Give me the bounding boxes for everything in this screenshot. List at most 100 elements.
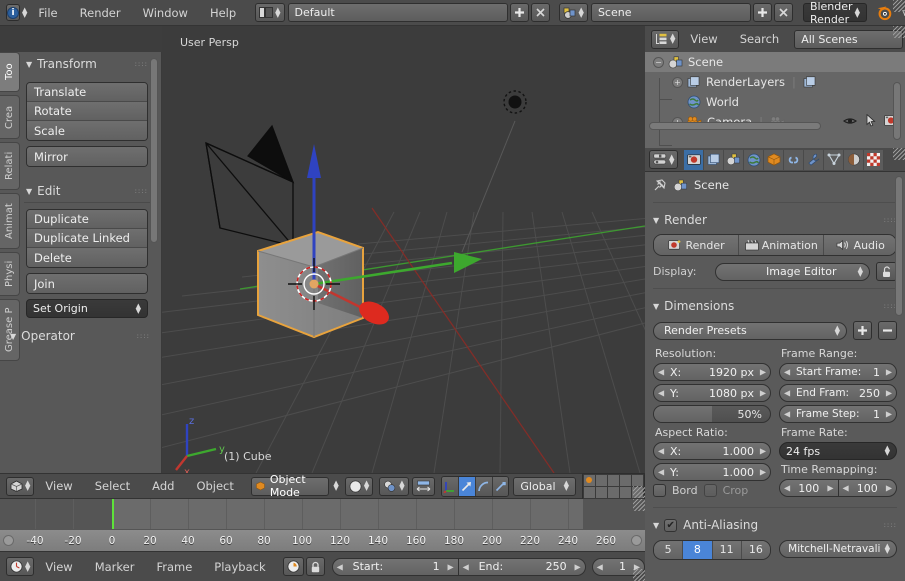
viewport-menu-view[interactable]: View	[34, 479, 83, 493]
screen-layout-field[interactable]: Default	[287, 3, 508, 22]
viewport-editor-spinner[interactable]: ▲ ▼	[25, 480, 30, 492]
increment-arrow-icon[interactable]: ▶	[886, 484, 892, 493]
decrement-arrow-icon[interactable]: ◀	[597, 562, 603, 571]
pin-icon[interactable]	[653, 178, 667, 192]
properties-editor-type-button[interactable]: ▲ ▼	[649, 150, 679, 169]
layer-2[interactable]	[596, 474, 607, 486]
menu-file[interactable]: File	[27, 6, 68, 20]
edit-panel-header[interactable]: ▼ Edit ::::	[26, 181, 148, 201]
increment-arrow-icon[interactable]: ▶	[574, 562, 580, 571]
join-button[interactable]: Join	[27, 274, 147, 293]
menu-help[interactable]: Help	[199, 6, 247, 20]
decrement-arrow-icon[interactable]: ◀	[658, 468, 664, 477]
increment-arrow-icon[interactable]: ▶	[886, 389, 892, 398]
rotate-button[interactable]: Rotate	[27, 102, 147, 121]
scene-spinner[interactable]: ▲ ▼	[579, 6, 584, 18]
layer-11[interactable]	[584, 486, 595, 498]
aspect-x-field[interactable]: ◀ X: 1.000 ▶	[653, 442, 771, 460]
tab-modifiers[interactable]	[804, 149, 825, 170]
increment-arrow-icon[interactable]: ▶	[886, 410, 892, 419]
operator-panel-header[interactable]: ▼ Operator ::::	[10, 326, 150, 346]
remove-preset-button[interactable]	[878, 321, 897, 340]
scale-button[interactable]: Scale	[27, 121, 147, 140]
tab-world[interactable]	[744, 149, 765, 170]
timeline-menu-marker[interactable]: Marker	[84, 560, 146, 574]
tab-physics[interactable]: Physi	[0, 252, 20, 296]
expand-toggle-icon[interactable]: +	[672, 76, 683, 88]
restrict-view-toggle[interactable]	[843, 115, 857, 129]
timeline-scroll-right-handle[interactable]	[631, 535, 642, 546]
crop-checkbox[interactable]	[703, 484, 717, 497]
menu-render[interactable]: Render	[69, 6, 132, 20]
frame-rate-select[interactable]: 24 fps ▲ ▼	[779, 442, 897, 460]
corner-grip[interactable]	[893, 148, 905, 160]
restrict-select-toggle[interactable]	[866, 113, 877, 130]
outliner-scrollbar-vertical[interactable]	[893, 82, 901, 140]
mirror-button[interactable]: Mirror	[27, 147, 147, 166]
increment-arrow-icon[interactable]: ▶	[886, 368, 892, 377]
corner-grip[interactable]	[633, 499, 645, 511]
outliner-display-mode-select[interactable]: All Scenes	[794, 29, 903, 49]
pivot-point-button[interactable]: ▲ ▼	[379, 476, 409, 496]
scale-manipulator-button[interactable]	[491, 476, 509, 496]
decrement-arrow-icon[interactable]: ◀	[658, 447, 664, 456]
new-scene-button[interactable]	[752, 3, 772, 22]
tab-object-data[interactable]	[824, 149, 845, 170]
render-engine-select[interactable]: Blender Render ▲ ▼	[802, 0, 867, 26]
timeline-editor-type-button[interactable]: ▲ ▼	[6, 557, 35, 576]
aa-sample-16[interactable]: 16	[741, 541, 770, 559]
decrement-arrow-icon[interactable]: ◀	[784, 484, 790, 493]
duplicate-button[interactable]: Duplicate	[27, 210, 147, 229]
render-panel-header[interactable]: ▼ Render ::::	[653, 210, 897, 230]
increment-arrow-icon[interactable]: ▶	[447, 562, 453, 571]
aa-filter-select[interactable]: Mitchell-Netravali ▲ ▼	[779, 540, 897, 558]
new-screen-button[interactable]	[509, 3, 529, 22]
aa-sample-8[interactable]: 8	[683, 541, 713, 559]
outliner-item-scene[interactable]: − Scene	[645, 52, 905, 72]
resolution-percentage-slider[interactable]: 50%	[653, 405, 771, 423]
display-mode-select[interactable]: Image Editor ▲ ▼	[715, 262, 870, 281]
render-presets-select[interactable]: Render Presets ▲ ▼	[653, 321, 847, 340]
translate-button[interactable]: Translate	[27, 83, 147, 102]
aa-sample-11[interactable]: 11	[712, 541, 742, 559]
transform-panel-header[interactable]: ▼ Transform ::::	[26, 54, 148, 74]
screen-layout-icon-button[interactable]: ▲ ▼	[255, 3, 285, 22]
aspect-y-field[interactable]: ◀ Y: 1.000 ▶	[653, 463, 771, 481]
mode-spinner[interactable]: ▲ ▼	[333, 480, 338, 492]
decrement-arrow-icon[interactable]: ◀	[784, 410, 790, 419]
border-checkbox[interactable]	[653, 484, 666, 497]
outliner-menu-search[interactable]: Search	[729, 32, 791, 46]
layer-5[interactable]	[632, 474, 643, 486]
increment-arrow-icon[interactable]: ▶	[760, 368, 766, 377]
end-frame-prop-field[interactable]: ◀ End Fram: 250 ▶	[779, 384, 897, 402]
start-frame-prop-field[interactable]: ◀ Start Frame: 1 ▶	[779, 363, 897, 381]
corner-grip[interactable]	[893, 26, 905, 38]
layer-3[interactable]	[608, 474, 619, 486]
scene-name-field[interactable]: Scene	[590, 3, 751, 22]
layer-13[interactable]	[608, 486, 619, 498]
rotate-manipulator-button[interactable]	[474, 476, 492, 496]
shading-spinner[interactable]: ▲ ▼	[364, 480, 369, 492]
frame-step-field[interactable]: ◀ Frame Step: 1 ▶	[779, 405, 897, 423]
pivot-spinner[interactable]: ▲ ▼	[399, 480, 404, 492]
end-frame-field[interactable]: ◀ End: 250 ▶	[458, 557, 586, 576]
layout-spinner[interactable]: ▲ ▼	[275, 6, 280, 18]
resolution-y-field[interactable]: ◀ Y: 1080 px ▶	[653, 384, 771, 402]
increment-arrow-icon[interactable]: ▶	[760, 447, 766, 456]
decrement-arrow-icon[interactable]: ◀	[463, 562, 469, 571]
properties-scrollbar[interactable]	[895, 176, 903, 316]
timeline-scroll-left-handle[interactable]	[3, 535, 14, 546]
corner-grip[interactable]	[633, 486, 645, 498]
layer-4[interactable]	[620, 474, 631, 486]
tab-material[interactable]	[844, 149, 865, 170]
outliner-item-world[interactable]: World	[645, 92, 905, 112]
3d-viewport-canvas[interactable]: z y x User Persp (1) Cube	[162, 26, 645, 473]
antialiasing-panel-header[interactable]: ▼ ✔ Anti-Aliasing ::::	[653, 515, 897, 535]
collapse-toggle-icon[interactable]: −	[653, 56, 664, 68]
lock-interface-button[interactable]	[876, 262, 897, 281]
duplicate-linked-button[interactable]: Duplicate Linked	[27, 229, 147, 248]
corner-grip[interactable]	[893, 0, 905, 12]
timeline-ruler[interactable]: -40 -20 0 20 40 60 80 100 120 140 160 18…	[0, 529, 645, 551]
decrement-arrow-icon[interactable]: ◀	[337, 562, 343, 571]
decrement-arrow-icon[interactable]: ◀	[784, 389, 790, 398]
